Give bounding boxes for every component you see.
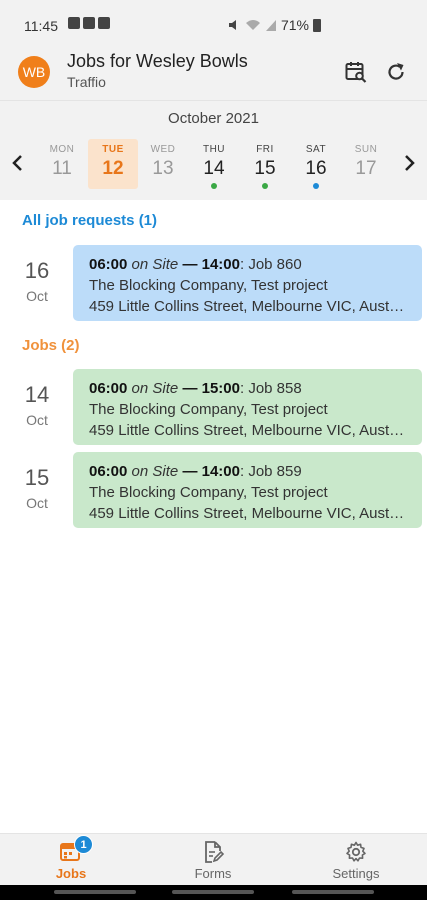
bottom-navigation: 1 Jobs Forms Settings	[0, 833, 427, 885]
event-dot	[262, 183, 268, 189]
jobs-heading: Jobs (2)	[22, 337, 80, 354]
date-day: 16	[24, 258, 50, 283]
job-time-line: 06:00 on Site — 14:00: Job 860	[89, 256, 302, 273]
date-month: Oct	[26, 412, 48, 428]
day-number: 14	[203, 158, 225, 179]
day-sun[interactable]: SUN 17	[341, 139, 391, 189]
month-label: October 2021	[168, 110, 259, 127]
back-gesture[interactable]	[292, 890, 374, 894]
date-day: 15	[24, 465, 50, 490]
chevron-right-icon[interactable]	[401, 153, 417, 173]
status-time: 11:45	[24, 18, 58, 34]
tab-label: Forms	[194, 866, 232, 881]
chevron-left-icon[interactable]	[10, 153, 26, 173]
status-bar: 11:45 71%	[0, 0, 427, 46]
calendar-search-icon[interactable]	[344, 60, 368, 84]
day-number: 12	[102, 158, 124, 179]
image-icon	[83, 17, 95, 29]
job-date: 14 Oct	[18, 382, 56, 428]
tab-jobs[interactable]: 1 Jobs	[0, 834, 142, 886]
page-subtitle: Traffio	[67, 74, 106, 90]
day-name: TUE	[102, 144, 124, 155]
wifi-icon	[245, 20, 260, 30]
job-time-line: 06:00 on Site — 14:00: Job 859	[89, 463, 302, 480]
jobs-count-badge: 1	[74, 835, 93, 854]
app-bar: WB Jobs for Wesley Bowls Traffio	[0, 46, 427, 100]
day-wed[interactable]: WED 13	[138, 139, 188, 189]
day-thu[interactable]: THU 14	[189, 139, 239, 189]
job-address: 459 Little Collins Street, Melbourne VIC…	[89, 422, 418, 439]
job-client: The Blocking Company, Test project	[89, 484, 328, 501]
week-selector: October 2021 MON 11 TUE 12 WED 13 THU 14…	[0, 100, 427, 200]
status-right: 71%	[227, 17, 321, 33]
tab-label: Settings	[332, 866, 380, 881]
day-number: 15	[254, 158, 276, 179]
job-request-card[interactable]: 06:00 on Site — 14:00: Job 860 The Block…	[73, 245, 422, 321]
day-name: MON	[49, 144, 75, 155]
tab-forms[interactable]: Forms	[142, 834, 284, 886]
system-nav-bar	[0, 885, 427, 900]
job-address: 459 Little Collins Street, Melbourne VIC…	[89, 505, 418, 522]
dropbox-icon	[98, 17, 110, 29]
notification-icons	[68, 17, 110, 29]
day-sat[interactable]: SAT 16	[291, 139, 341, 189]
recents-gesture[interactable]	[54, 890, 136, 894]
day-number: 11	[52, 158, 72, 179]
date-day: 14	[24, 382, 50, 407]
notification-icon	[68, 17, 80, 29]
job-address: 459 Little Collins Street, Melbourne VIC…	[89, 298, 418, 315]
day-tue[interactable]: TUE 12	[88, 139, 138, 189]
tab-label: Jobs	[55, 866, 87, 881]
job-date: 15 Oct	[18, 465, 56, 511]
date-month: Oct	[26, 288, 48, 304]
day-name: SAT	[305, 144, 327, 155]
day-number: 16	[305, 158, 327, 179]
day-mon[interactable]: MON 11	[37, 139, 87, 189]
day-name: WED	[150, 144, 176, 155]
battery-icon	[313, 18, 321, 32]
day-name: FRI	[256, 144, 274, 155]
job-client: The Blocking Company, Test project	[89, 277, 328, 294]
day-number: 13	[152, 158, 174, 179]
job-client: The Blocking Company, Test project	[89, 401, 328, 418]
date-month: Oct	[26, 495, 48, 511]
job-requests-heading: All job requests (1)	[22, 212, 158, 229]
page-title: Jobs for Wesley Bowls	[67, 51, 248, 71]
day-number: 17	[355, 158, 377, 179]
request-dot	[313, 183, 319, 189]
calendar-icon: 1	[59, 835, 93, 864]
mute-icon	[228, 20, 236, 30]
signal-icon	[265, 20, 276, 31]
job-time-line: 06:00 on Site — 15:00: Job 858	[89, 380, 302, 397]
form-edit-icon	[201, 840, 225, 864]
day-name: SUN	[354, 144, 378, 155]
event-dot	[211, 183, 217, 189]
job-card[interactable]: 06:00 on Site — 14:00: Job 859 The Block…	[73, 452, 422, 528]
day-fri[interactable]: FRI 15	[240, 139, 290, 189]
battery-text: 71%	[280, 17, 309, 33]
avatar[interactable]: WB	[18, 56, 50, 88]
tab-settings[interactable]: Settings	[285, 834, 427, 886]
home-gesture[interactable]	[172, 890, 254, 894]
job-card[interactable]: 06:00 on Site — 15:00: Job 858 The Block…	[73, 369, 422, 445]
refresh-icon[interactable]	[384, 60, 408, 84]
day-name: THU	[202, 144, 226, 155]
request-date: 16 Oct	[18, 258, 56, 304]
gear-icon	[344, 840, 368, 864]
